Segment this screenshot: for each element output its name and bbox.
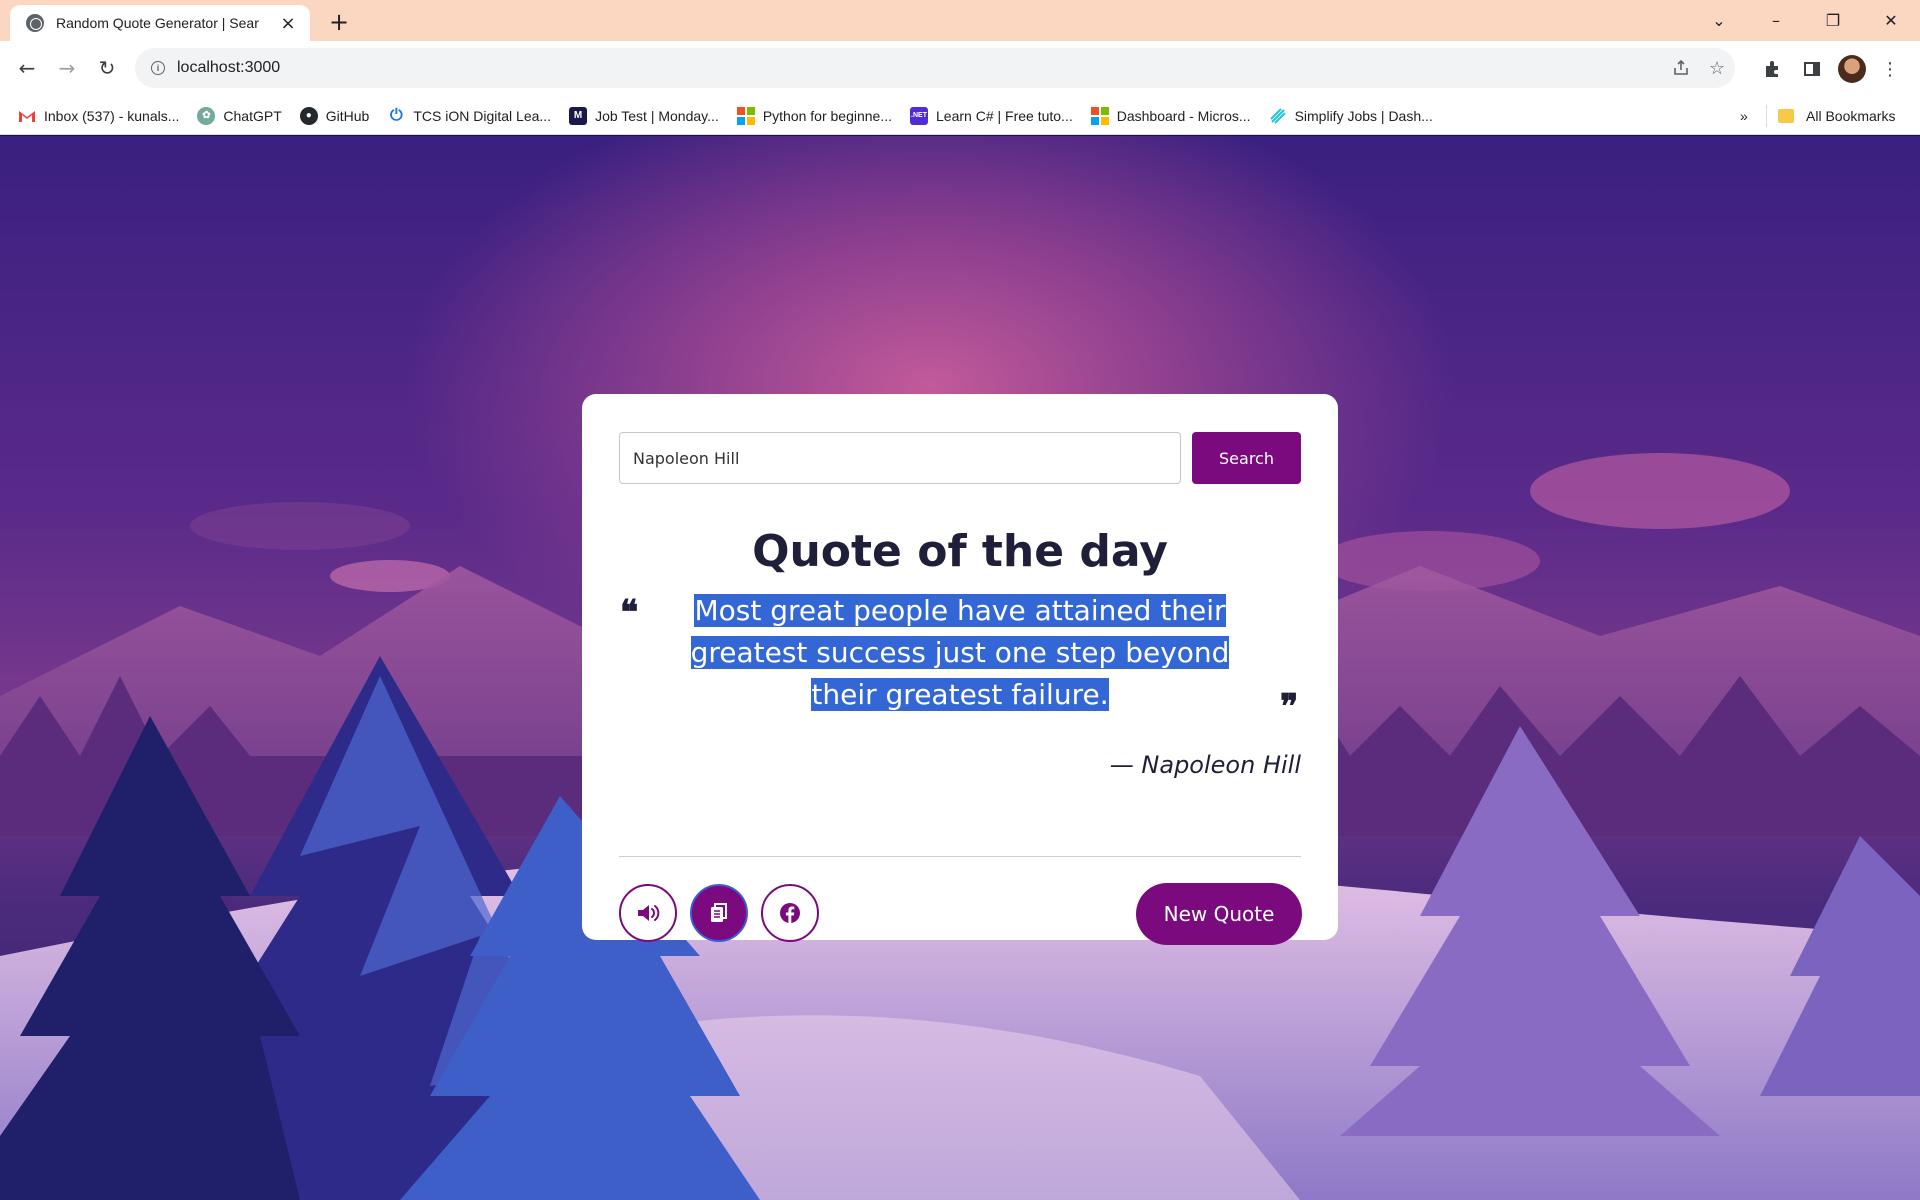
address-bar[interactable]: i localhost:3000 ☆	[135, 48, 1735, 88]
forward-arrow-icon[interactable]: →	[50, 51, 84, 85]
bookmark-label: Simplify Jobs | Dash...	[1294, 107, 1433, 124]
bookmark-star-icon[interactable]: ☆	[1699, 58, 1735, 79]
minimize-button[interactable]: –	[1753, 0, 1799, 41]
bookmark-label: Learn C# | Free tuto...	[936, 107, 1073, 124]
quote-author: — Napoleon Hill	[1109, 751, 1301, 779]
bookmark-label: Python for beginne...	[762, 107, 893, 124]
bookmark-item[interactable]: .NET Learn C# | Free tuto...	[910, 106, 1073, 125]
facebook-icon	[780, 903, 800, 923]
bookmark-label: Inbox (537) - kunals...	[44, 107, 180, 124]
globe-icon	[26, 14, 44, 32]
tab-search-icon[interactable]: ⌄	[1696, 0, 1742, 41]
new-quote-button[interactable]: New Quote	[1136, 883, 1302, 945]
card-divider	[619, 856, 1301, 857]
power-icon: ⏻	[390, 106, 403, 124]
m-icon: M	[569, 106, 588, 125]
bookmark-label: GitHub	[325, 107, 370, 124]
copy-button[interactable]	[690, 884, 748, 942]
dotnet-icon: .NET	[910, 106, 929, 125]
bookmark-item[interactable]: ⏻ TCS iON Digital Lea...	[387, 107, 551, 125]
bookmark-label: Job Test | Monday...	[595, 107, 719, 124]
bookmark-item[interactable]: M Job Test | Monday...	[569, 106, 719, 125]
bookmark-item[interactable]: Python for beginne...	[736, 106, 893, 125]
site-info-icon[interactable]: i	[151, 61, 165, 75]
chatgpt-icon: ✿	[197, 106, 216, 125]
copy-icon	[711, 903, 727, 922]
extensions-icon[interactable]	[1758, 55, 1786, 83]
quote-text: Most great people have attained their gr…	[656, 590, 1264, 716]
new-tab-button[interactable]: +	[325, 8, 353, 36]
all-bookmarks-button[interactable]: All Bookmarks	[1778, 97, 1895, 135]
share-icon[interactable]	[1663, 59, 1699, 77]
bookmarks-divider	[1766, 105, 1767, 127]
tab-close-icon[interactable]: ×	[278, 13, 298, 34]
simplify-icon	[1269, 107, 1287, 125]
quote-card: Napoleon Hill Search Quote of the day ❝ …	[582, 394, 1338, 945]
menu-kebab-icon[interactable]: ⋮	[1876, 55, 1904, 83]
speak-button[interactable]	[619, 884, 677, 942]
author-search-input[interactable]: Napoleon Hill	[619, 432, 1181, 484]
restore-button[interactable]: ❐	[1810, 0, 1856, 41]
microsoft-icon	[736, 106, 755, 125]
tab-strip: Random Quote Generator | Sear × + ⌄ – ❐ …	[0, 0, 1920, 41]
bookmark-label: Dashboard - Micros...	[1116, 107, 1251, 124]
browser-toolbar: ← → ↻ i localhost:3000 ☆ ⋮	[0, 41, 1920, 97]
facebook-share-button[interactable]	[761, 884, 819, 942]
back-arrow-icon[interactable]: ←	[10, 51, 44, 85]
bookmarks-bar: Inbox (537) - kunals... ✿ ChatGPT ● GitH…	[0, 97, 1920, 135]
bookmark-item[interactable]: Inbox (537) - kunals...	[18, 107, 179, 125]
quote-text-selection: Most great people have attained their gr…	[690, 594, 1230, 711]
tab-title: Random Quote Generator | Sear	[56, 15, 259, 31]
side-panel-icon[interactable]	[1798, 55, 1826, 83]
all-bookmarks-label: All Bookmarks	[1806, 108, 1896, 124]
url-text[interactable]: localhost:3000	[177, 59, 1663, 77]
microsoft-icon	[1090, 106, 1109, 125]
more-bookmarks-button[interactable]: »	[1740, 97, 1748, 135]
bookmark-item[interactable]: Dashboard - Micros...	[1090, 106, 1251, 125]
profile-avatar[interactable]	[1838, 55, 1866, 83]
quote-heading: Quote of the day	[752, 526, 1168, 577]
close-window-button[interactable]: ✕	[1868, 0, 1914, 41]
bookmark-item[interactable]: ● GitHub	[299, 106, 370, 125]
browser-tab[interactable]: Random Quote Generator | Sear ×	[10, 5, 310, 41]
search-button[interactable]: Search	[1192, 432, 1301, 484]
page-viewport: Napoleon Hill Search Quote of the day ❝ …	[0, 136, 1920, 1200]
gmail-icon	[18, 107, 36, 125]
bookmark-label: TCS iON Digital Lea...	[413, 107, 552, 124]
bookmark-item[interactable]: ✿ ChatGPT	[197, 106, 282, 125]
github-icon: ●	[299, 106, 318, 125]
folder-icon	[1778, 109, 1794, 123]
speaker-icon	[638, 905, 660, 921]
bookmark-label: ChatGPT	[223, 107, 282, 124]
quote-open-icon: ❝	[620, 593, 639, 633]
bookmark-item[interactable]: Simplify Jobs | Dash...	[1269, 107, 1433, 125]
quote-close-icon: ❞	[1280, 687, 1299, 727]
reload-icon[interactable]: ↻	[90, 51, 124, 85]
